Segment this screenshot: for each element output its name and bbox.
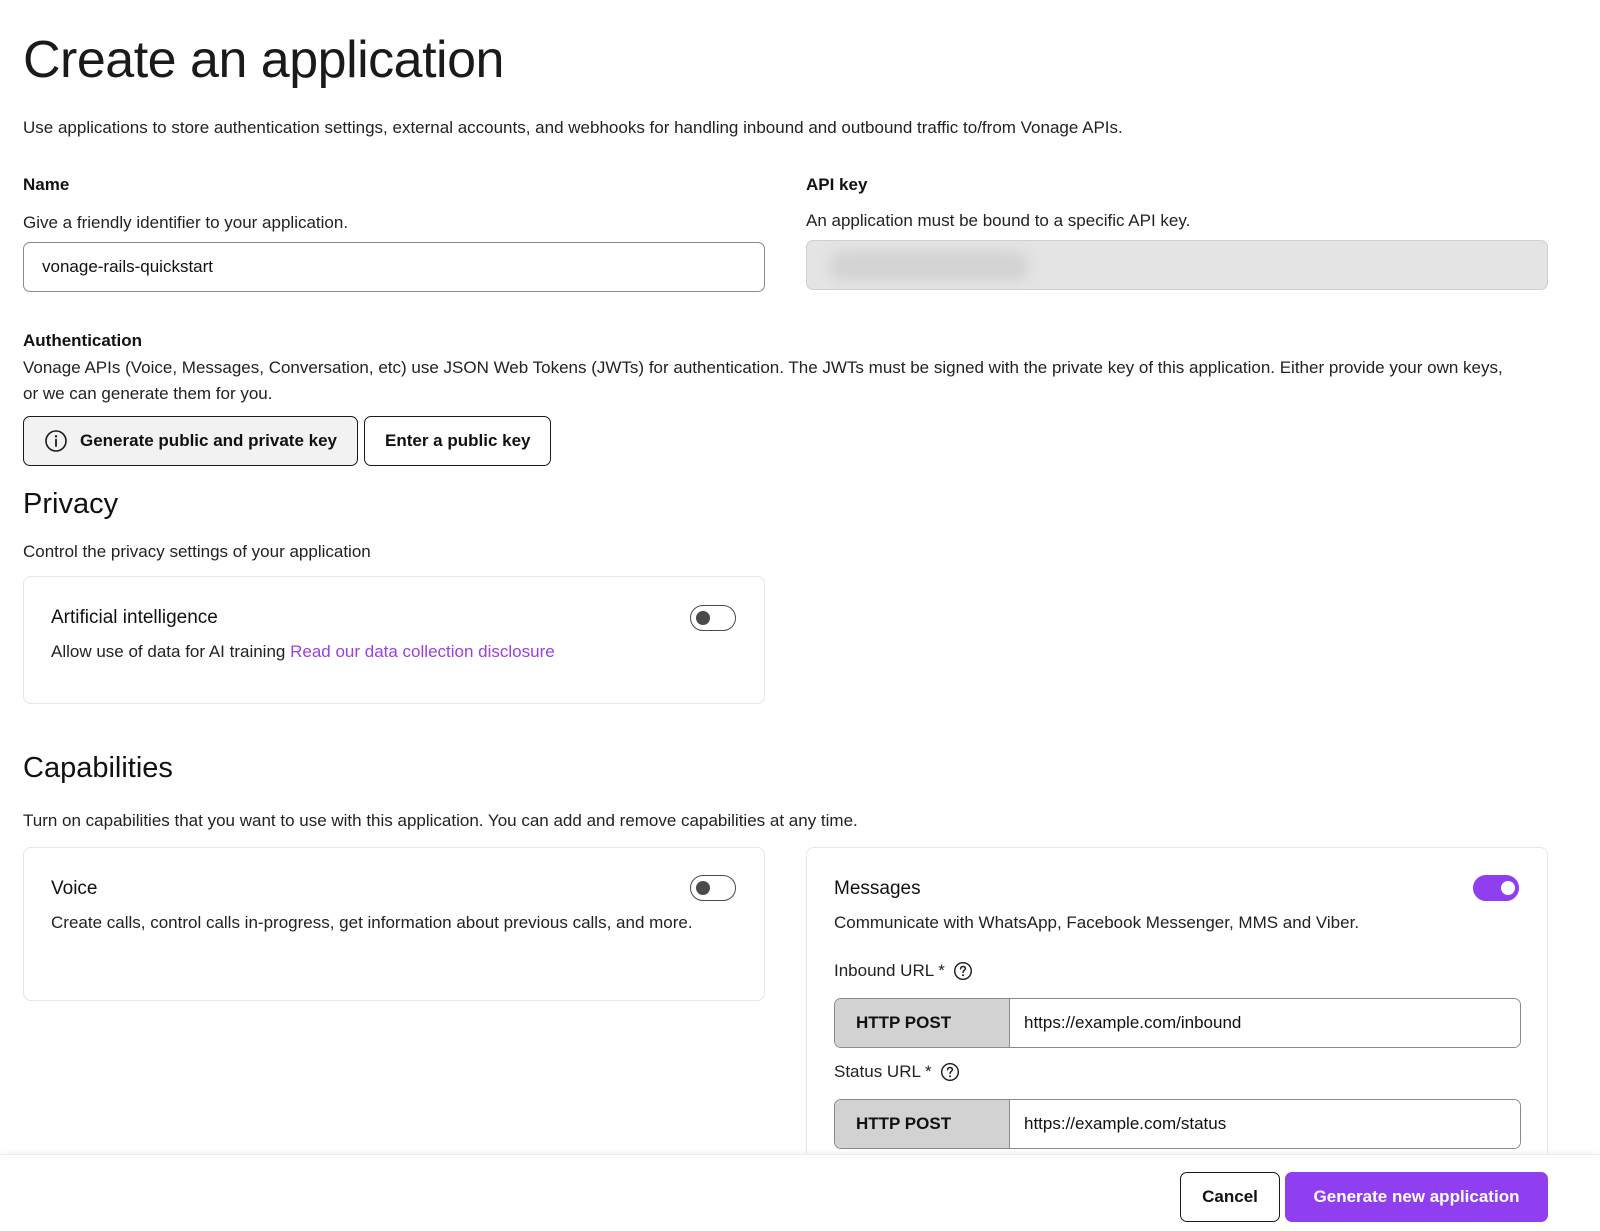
question-circle-icon[interactable]	[940, 1062, 960, 1082]
voice-desc: Create calls, control calls in-progress,…	[51, 913, 693, 932]
privacy-help: Control the privacy settings of your app…	[23, 542, 371, 561]
inbound-url-label-row: Inbound URL *	[834, 961, 973, 981]
status-method-select[interactable]: HTTP POST	[835, 1100, 1010, 1148]
messages-title: Messages	[834, 878, 921, 899]
name-label: Name	[23, 175, 70, 194]
status-url-row: HTTP POST	[834, 1099, 1521, 1149]
ai-desc: Allow use of data for AI training	[51, 642, 286, 661]
data-disclosure-link[interactable]: Read our data collection disclosure	[290, 642, 555, 661]
enter-public-key-label: Enter a public key	[384, 431, 531, 450]
ai-toggle-knob	[696, 611, 710, 625]
footer-bar: Cancel Generate new application	[0, 1154, 1600, 1231]
messages-desc: Communicate with WhatsApp, Facebook Mess…	[834, 913, 1360, 932]
voice-card: Voice Create calls, control calls in-pro…	[23, 847, 765, 1001]
name-help: Give a friendly identifier to your appli…	[23, 213, 349, 232]
question-circle-icon[interactable]	[953, 961, 973, 981]
api-key-redacted-value	[829, 251, 1029, 281]
privacy-title: Privacy	[23, 488, 119, 520]
inbound-url-row: HTTP POST	[834, 998, 1521, 1048]
messages-toggle-knob	[1501, 881, 1515, 895]
status-url-input[interactable]	[1010, 1100, 1520, 1148]
generate-application-button[interactable]: Generate new application	[1285, 1172, 1548, 1222]
info-icon	[45, 430, 67, 452]
api-key-label: API key	[806, 175, 868, 194]
ai-desc-row: Allow use of data for AI training Read o…	[51, 639, 555, 665]
ai-card: Artificial intelligence Allow use of dat…	[23, 576, 765, 704]
enter-public-key-button[interactable]: Enter a public key	[363, 416, 552, 466]
key-option-group: Generate public and private key Enter a …	[23, 416, 552, 466]
generate-key-label: Generate public and private key	[80, 431, 337, 450]
inbound-method-select[interactable]: HTTP POST	[835, 999, 1010, 1047]
voice-title: Voice	[51, 878, 98, 899]
voice-toggle-knob	[696, 881, 710, 895]
ai-toggle[interactable]	[690, 605, 736, 631]
name-input[interactable]	[23, 242, 765, 292]
api-key-help: An application must be bound to a specif…	[806, 211, 1191, 230]
cancel-button[interactable]: Cancel	[1180, 1172, 1280, 1222]
status-url-label-row: Status URL *	[834, 1062, 960, 1082]
authentication-help: Vonage APIs (Voice, Messages, Conversati…	[23, 358, 1503, 403]
capabilities-title: Capabilities	[23, 752, 173, 784]
inbound-url-input[interactable]	[1010, 999, 1520, 1047]
status-url-label: Status URL *	[834, 1062, 932, 1081]
page-title: Create an application	[23, 31, 504, 89]
messages-toggle[interactable]	[1473, 875, 1519, 901]
authentication-label: Authentication	[23, 331, 142, 350]
voice-toggle[interactable]	[690, 875, 736, 901]
ai-title: Artificial intelligence	[51, 607, 218, 628]
api-key-select[interactable]	[806, 240, 1548, 290]
inbound-url-label: Inbound URL *	[834, 961, 945, 980]
generate-key-button[interactable]: Generate public and private key	[23, 416, 358, 466]
page-intro: Use applications to store authentication…	[23, 118, 1123, 137]
capabilities-help: Turn on capabilities that you want to us…	[23, 811, 858, 830]
